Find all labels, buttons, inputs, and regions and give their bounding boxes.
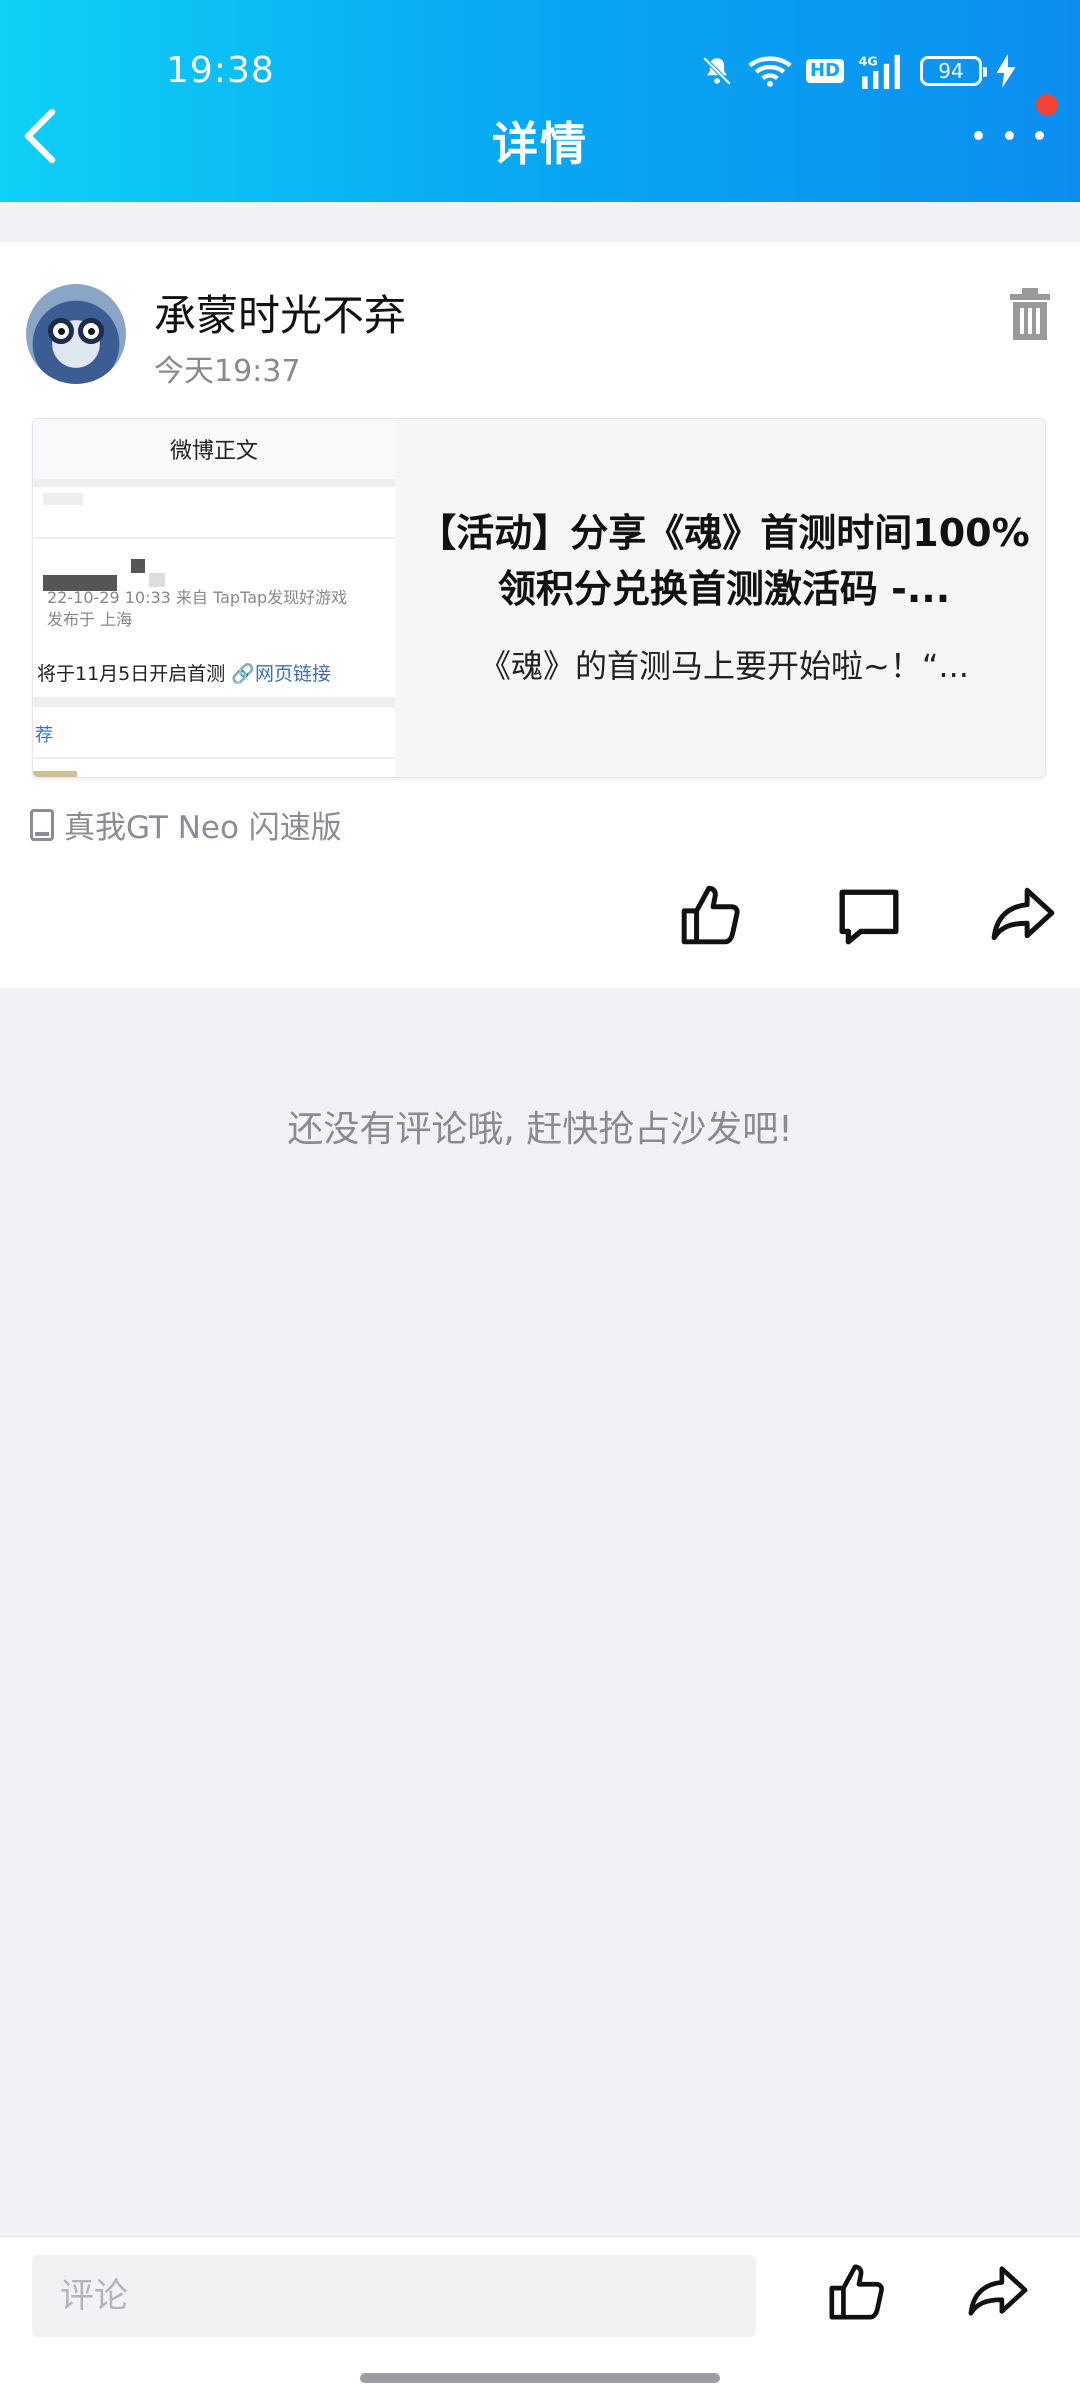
- author-name[interactable]: 承蒙时光不弃: [154, 282, 406, 343]
- bottom-share-arrow-icon[interactable]: [966, 2261, 1030, 2323]
- link-description: 《魂》的首测马上要开始啦~！“...: [479, 647, 969, 685]
- signal-icon: 4G: [859, 54, 900, 89]
- notification-dot: [1036, 94, 1058, 116]
- hd-badge: HD: [805, 59, 844, 83]
- wifi-icon: [748, 56, 792, 87]
- post-card: 承蒙时光不弃 今天19:37 微博正文 22-10-29 10:33 来自 Ta…: [0, 242, 1080, 988]
- device-name: 真我GT Neo 闪速版: [64, 810, 342, 846]
- more-menu-button[interactable]: [974, 110, 1044, 160]
- post-time: 今天19:37: [154, 354, 301, 389]
- mute-bell-icon: [702, 56, 732, 86]
- link-thumbnail: 微博正文 22-10-29 10:33 来自 TapTap发现好游戏 发布于 上…: [33, 419, 395, 777]
- more-dot: [974, 130, 983, 140]
- link-title: 【活动】分享《魂》首测时间100%领积分兑换首测激活码 -...: [418, 511, 1030, 611]
- comment-input[interactable]: [32, 2255, 756, 2337]
- charging-icon: [996, 54, 1016, 88]
- empty-comments-text: 还没有评论哦, 赶快抢占沙发吧!: [287, 1109, 793, 1150]
- home-indicator[interactable]: [360, 2373, 720, 2383]
- delete-trash-icon[interactable]: [1008, 286, 1052, 342]
- comment-bubble-icon[interactable]: [836, 884, 902, 950]
- phone-icon: [30, 808, 54, 841]
- thumbnail-title: 微博正文: [169, 439, 258, 464]
- device-source: 真我GT Neo 闪速版: [30, 802, 342, 847]
- thumbnail-meta: 22-10-29 10:33 来自 TapTap发现好游戏 发布于 上海: [47, 588, 348, 629]
- status-time: 19:38: [166, 50, 275, 91]
- bottom-comment-bar: [0, 2236, 1080, 2400]
- shared-link-card[interactable]: 微博正文 22-10-29 10:33 来自 TapTap发现好游戏 发布于 上…: [32, 418, 1046, 778]
- status-icons: HD 4G 94: [700, 50, 1016, 92]
- page-title: 详情: [492, 117, 588, 171]
- share-arrow-icon[interactable]: [990, 882, 1056, 948]
- more-dot: [1004, 130, 1014, 140]
- like-thumbs-up-icon[interactable]: [678, 882, 744, 948]
- battery-level: 94: [938, 59, 964, 83]
- battery-indicator: 94: [920, 56, 987, 86]
- more-dot: [1035, 130, 1044, 140]
- bottom-like-thumbs-up-icon[interactable]: [826, 2261, 888, 2323]
- avatar[interactable]: [26, 284, 126, 384]
- thumbnail-text: 将于11月5日开启首测 🔗网页链接: [37, 663, 331, 685]
- svg-text:4G: 4G: [859, 54, 878, 69]
- app-header: 19:38 HD 4G 94 详情: [0, 0, 1080, 202]
- thumbnail-rec: 荐: [35, 725, 53, 746]
